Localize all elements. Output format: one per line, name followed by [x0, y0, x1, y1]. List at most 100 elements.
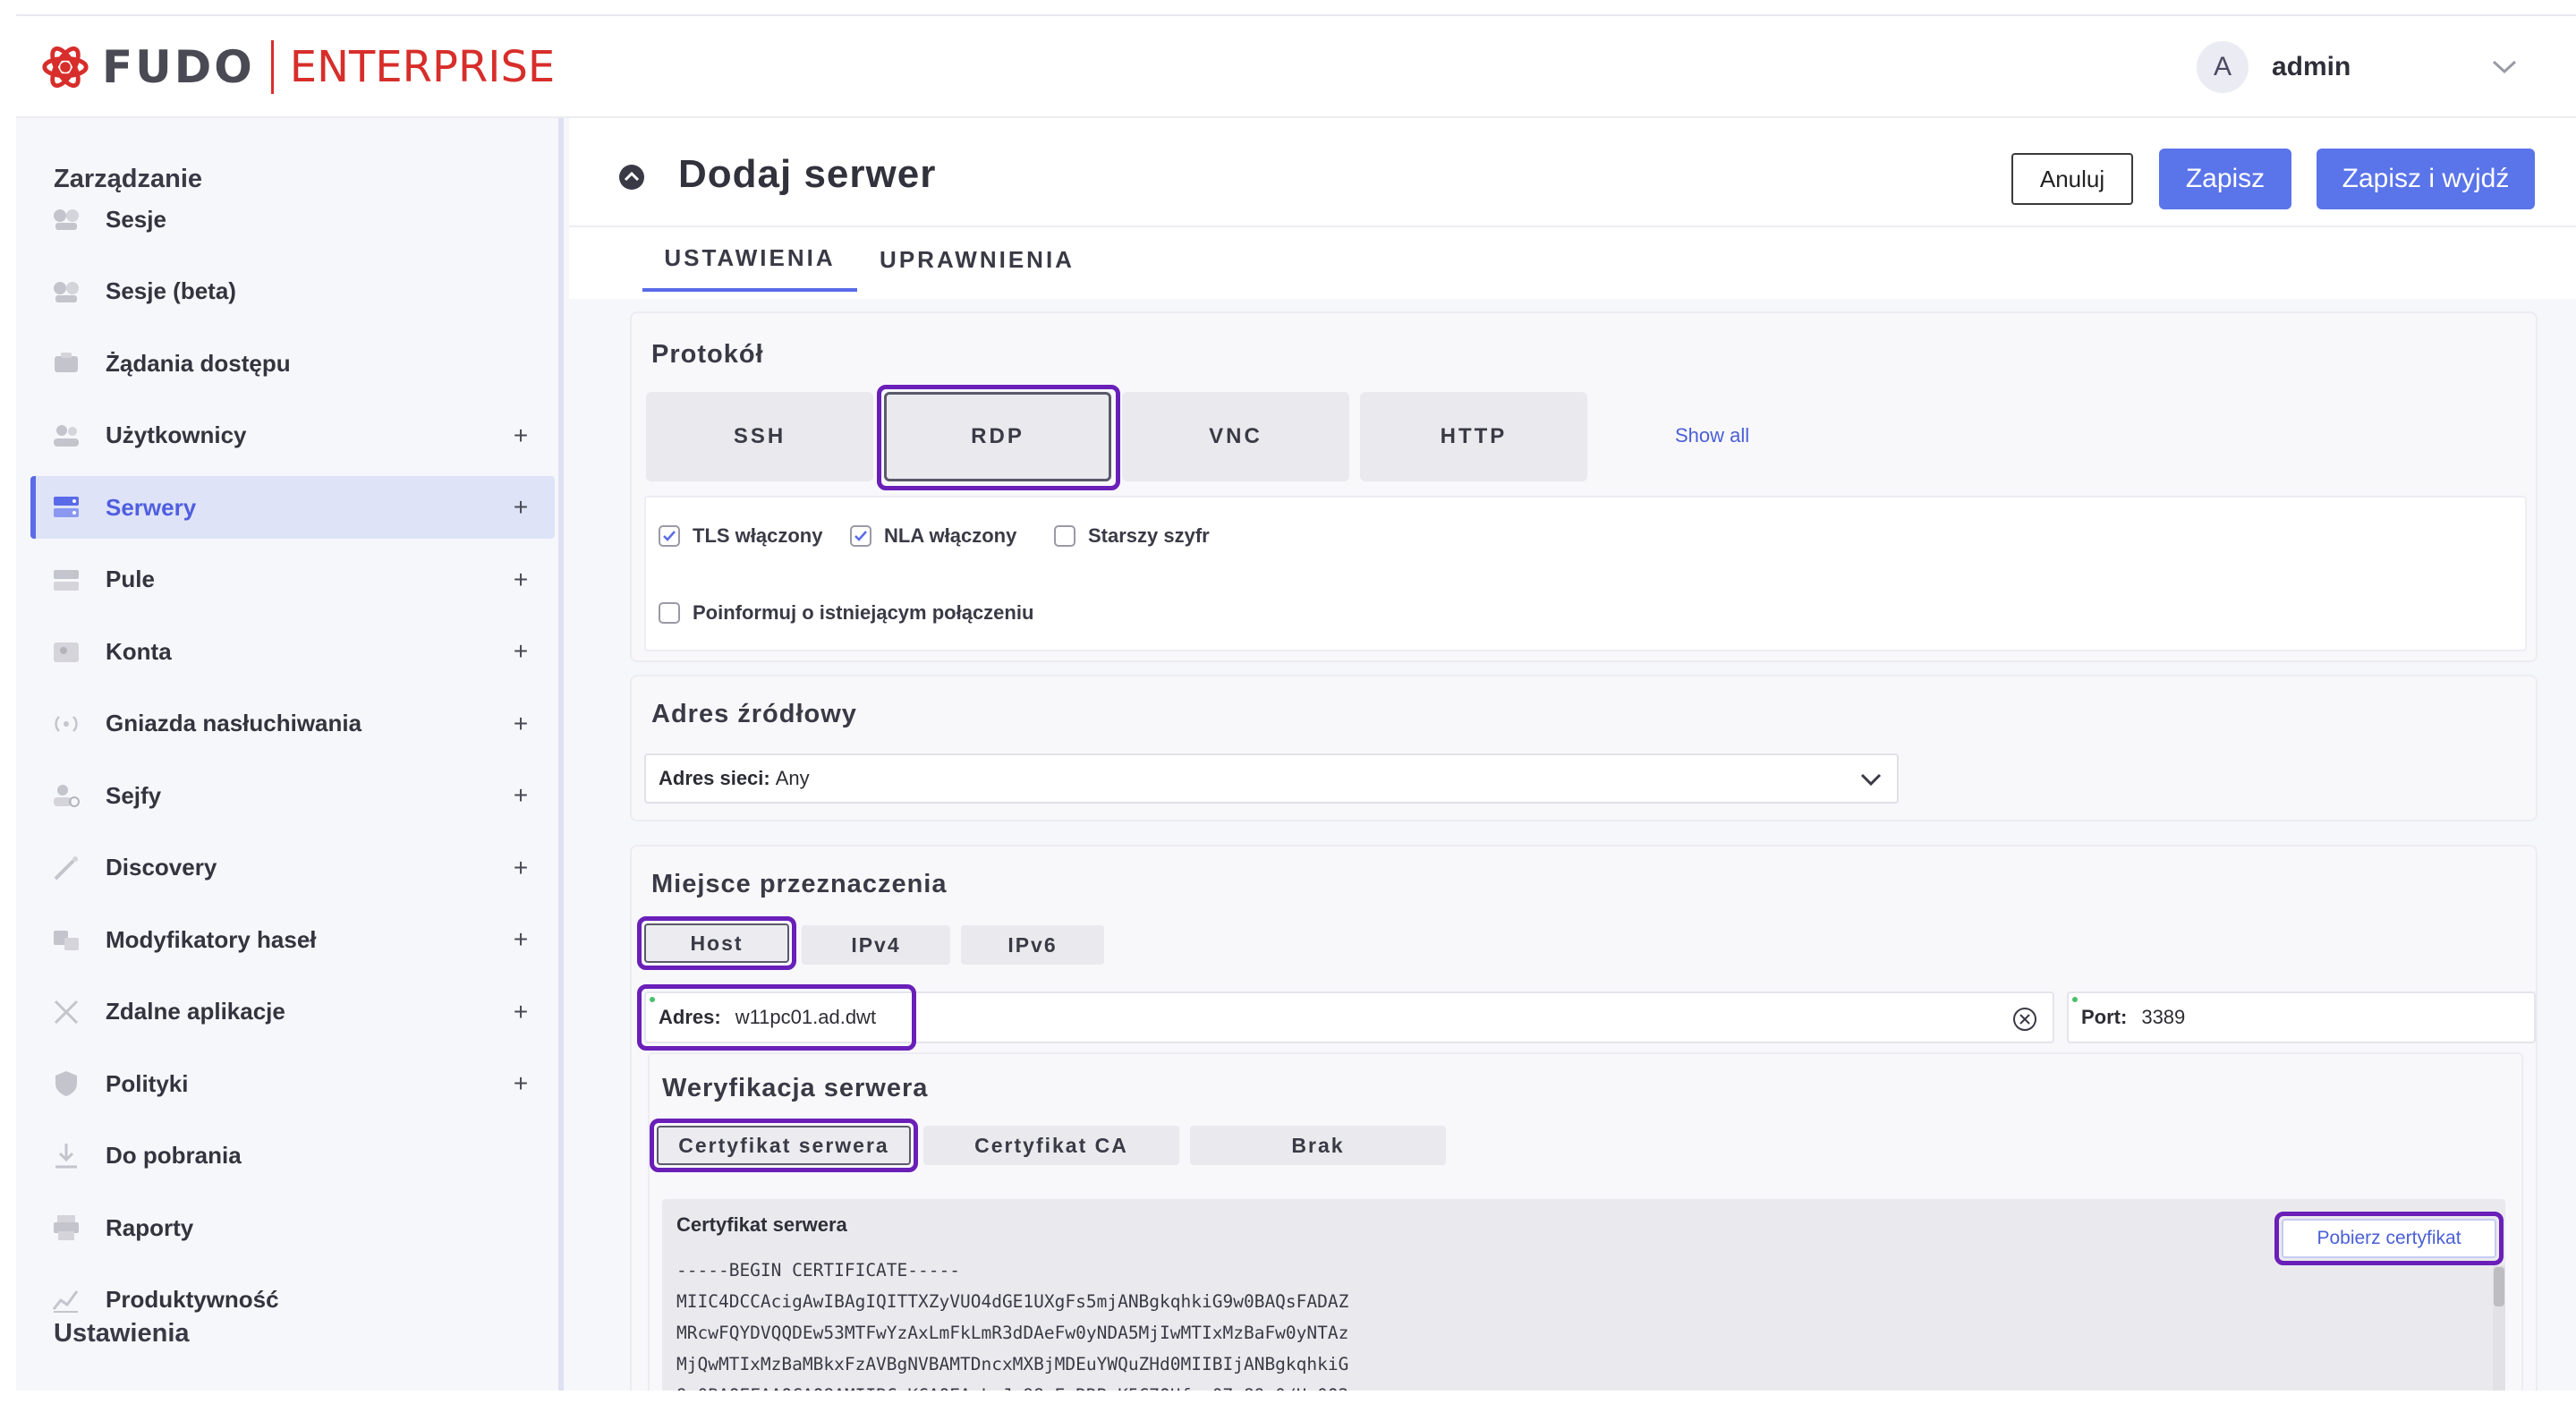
protocol-rdp-button[interactable]: RDP [884, 392, 1111, 481]
fudo-logo[interactable]: FUDO ENTERPRISE [39, 38, 555, 97]
checkbox-checked-icon[interactable] [850, 525, 871, 547]
verification-ca-cert-button[interactable]: Certyfikat CA [923, 1126, 1179, 1165]
required-indicator [650, 997, 655, 1002]
tab-bar: USTAWIENIA UPRAWNIENIA [569, 227, 2576, 299]
certificate-label: Certyfikat serwera [676, 1213, 847, 1236]
network-address-value: Any [775, 767, 810, 789]
sidebar-section-settings[interactable]: Ustawienia [54, 1319, 190, 1349]
save-button[interactable]: Zapisz [2159, 149, 2291, 209]
sidebar-item-discovery[interactable]: Discovery + [30, 837, 555, 899]
notify-existing-checkbox[interactable]: Poinformuj o istniejącym połączeniu [659, 601, 1033, 625]
cancel-button[interactable]: Anuluj [2011, 153, 2133, 205]
expand-plus-icon[interactable]: + [494, 925, 548, 954]
sidebar-item-policies[interactable]: Polityki + [30, 1052, 555, 1115]
verification-server-cert-button[interactable]: Certyfikat serwera [657, 1126, 911, 1165]
legacy-cipher-checkbox[interactable]: Starszy szyfr [1054, 524, 1210, 548]
port-field[interactable]: Port: 3389 [2067, 991, 2536, 1043]
sidebar-item-label: Pule [106, 566, 155, 592]
source-address-title: Adres źródłowy [651, 700, 857, 728]
tab-settings[interactable]: USTAWIENIA [642, 227, 857, 292]
sidebar-item-label: Polityki [106, 1069, 189, 1097]
logo-enterprise-text: ENTERPRISE [289, 42, 556, 92]
servers-icon [50, 491, 82, 523]
logo-fudo-text: FUDO [102, 41, 255, 93]
expand-plus-icon[interactable]: + [494, 1069, 548, 1098]
sidebar-item-label: Raporty [106, 1213, 194, 1241]
main-content: Dodaj serwer Anuluj Zapisz Zapisz i wyjd… [569, 118, 2576, 1391]
sidebar-item-safes[interactable]: Sejfy + [30, 764, 555, 827]
user-menu[interactable]: A admin [2197, 41, 2522, 93]
port-value[interactable]: 3389 [2141, 1006, 2185, 1029]
fetch-certificate-button[interactable]: Pobierz certyfikat [2282, 1219, 2496, 1258]
sidebar-item-label: Discovery [106, 854, 217, 881]
protocol-title: Protokół [651, 340, 764, 369]
remote-apps-icon [50, 996, 82, 1028]
sidebar-item-reports[interactable]: Raporty [30, 1196, 555, 1259]
clear-icon[interactable] [2011, 1006, 2038, 1033]
sidebar: Zarządzanie Sesje Sesje (beta) Żądania dos… [16, 118, 564, 1391]
certificate-scrollbar[interactable] [2493, 1265, 2505, 1391]
protocol-http-button[interactable]: HTTP [1360, 392, 1587, 481]
users-icon [50, 420, 82, 452]
destination-host-button[interactable]: Host [644, 923, 789, 963]
expand-plus-icon[interactable]: + [494, 854, 548, 882]
discovery-icon [50, 852, 82, 884]
avatar[interactable]: A [2197, 41, 2249, 93]
back-arrow-icon[interactable] [617, 163, 646, 191]
sidebar-item-access-requests[interactable]: Żądania dostępu [30, 332, 555, 395]
notify-existing-label: Poinformuj o istniejącym połączeniu [693, 601, 1034, 624]
expand-plus-icon[interactable]: + [494, 998, 548, 1026]
download-icon [50, 1140, 82, 1172]
sidebar-item-accounts[interactable]: Konta + [30, 620, 555, 683]
required-indicator [2072, 997, 2078, 1002]
sidebar-item-label: Gniazda nasłuchiwania [106, 710, 362, 736]
expand-plus-icon[interactable]: + [494, 781, 548, 810]
destination-ipv6-button[interactable]: IPv6 [961, 925, 1104, 965]
chevron-down-icon[interactable] [1858, 766, 1884, 793]
expand-plus-icon[interactable]: + [494, 421, 548, 450]
expand-plus-icon[interactable]: + [494, 566, 548, 594]
tls-checkbox[interactable]: TLS włączony [659, 524, 822, 548]
tab-permissions[interactable]: UPRAWNIENIA [870, 227, 1084, 292]
sidebar-item-sessions-beta[interactable]: Sesje (beta) [30, 260, 555, 323]
sidebar-item-servers[interactable]: Serwery + [30, 476, 555, 539]
expand-plus-icon[interactable]: + [494, 493, 548, 522]
chevron-down-icon[interactable] [2487, 49, 2522, 85]
expand-plus-icon[interactable]: + [494, 710, 548, 738]
address-field[interactable]: Adres: w11pc01.ad.dwt [644, 991, 2054, 1043]
certificate-textarea[interactable]: -----BEGIN CERTIFICATE----- MIIC4DCCAcig… [676, 1255, 1348, 1391]
checkbox-unchecked-icon[interactable] [1054, 525, 1075, 547]
sidebar-item-sessions[interactable]: Sesje [30, 188, 555, 251]
sidebar-item-password-changers[interactable]: Modyfikatory haseł + [30, 908, 555, 971]
reports-icon [50, 1212, 82, 1244]
save-and-exit-button[interactable]: Zapisz i wyjdź [2317, 149, 2535, 209]
checkbox-checked-icon[interactable] [659, 525, 680, 547]
address-value[interactable]: w11pc01.ad.dwt [735, 1006, 876, 1029]
destination-title: Miejsce przeznaczenia [651, 870, 948, 898]
fudo-logo-icon [42, 46, 89, 89]
sidebar-item-pools[interactable]: Pule + [30, 549, 555, 611]
scrollbar-thumb[interactable] [2494, 1267, 2504, 1306]
sidebar-item-download[interactable]: Do pobrania [30, 1125, 555, 1187]
user-name[interactable]: admin [2272, 52, 2487, 82]
nla-checkbox[interactable]: NLA włączony [850, 524, 1016, 548]
tls-label: TLS włączony [693, 524, 823, 547]
protocol-ssh-button[interactable]: SSH [646, 392, 873, 481]
sidebar-item-listeners[interactable]: Gniazda nasłuchiwania + [30, 693, 555, 755]
destination-card: Miejsce przeznaczenia Host IPv4 IPv6 Adr… [630, 845, 2538, 1391]
expand-plus-icon[interactable]: + [494, 637, 548, 666]
server-verification-panel: Weryfikacja serwera Certyfikat serwera C… [648, 1052, 2523, 1391]
destination-ipv4-button[interactable]: IPv4 [802, 925, 950, 965]
protocol-vnc-button[interactable]: VNC [1122, 392, 1349, 481]
network-address-select[interactable]: Adres sieci: Any [644, 753, 1899, 804]
access-requests-icon [50, 347, 82, 379]
sidebar-item-users[interactable]: Użytkownicy + [30, 404, 555, 467]
sidebar-item-remote-apps[interactable]: Zdalne aplikacje + [30, 981, 555, 1043]
verification-none-button[interactable]: Brak [1190, 1126, 1446, 1165]
checkbox-unchecked-icon[interactable] [659, 602, 680, 624]
sidebar-item-label: Sejfy [106, 781, 162, 809]
show-all-link[interactable]: Show all [1675, 424, 1749, 447]
protocol-card: Protokół SSH RDP VNC HTTP Show all TLS w… [630, 311, 2538, 662]
app-frame: FUDO ENTERPRISE A admin Zarządzanie Sesj… [16, 14, 2576, 1391]
source-address-card: Adres źródłowy Adres sieci: Any [630, 675, 2538, 821]
